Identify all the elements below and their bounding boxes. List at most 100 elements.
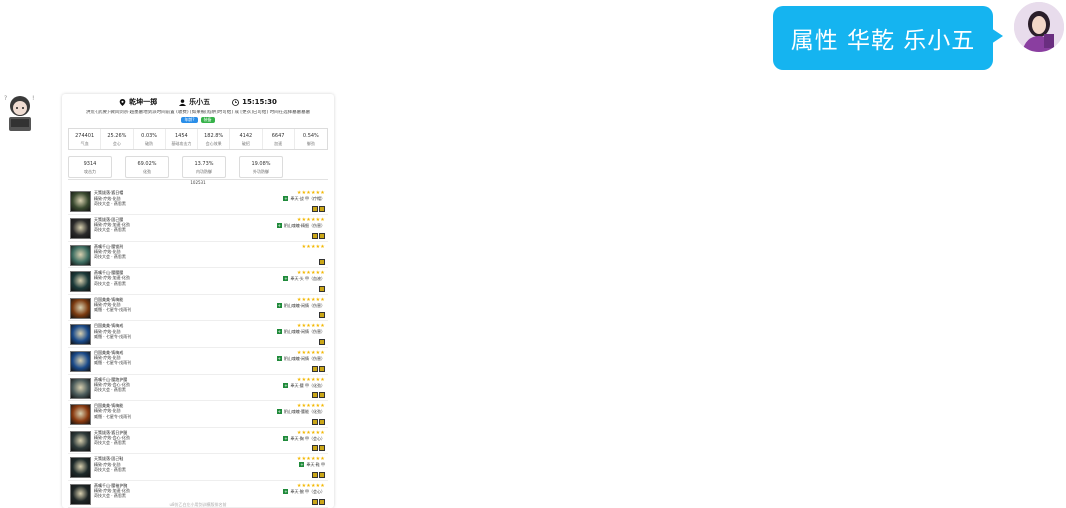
enhance-icon: + <box>283 276 289 282</box>
enhance-icon: + <box>283 382 289 388</box>
gem-slot-icon <box>319 338 325 345</box>
bot-avatar[interactable]: ? ! <box>0 90 40 138</box>
gem-slot-icon <box>319 259 325 266</box>
gem-slot-icon <box>319 418 325 425</box>
stat-cell: 0.54% 御劲 <box>295 129 327 149</box>
enhancement-label: 阴山魂魄·闲情（伤害） <box>283 355 325 361</box>
equipment-source: 奇技大会 · 燕思黑 <box>94 253 126 259</box>
equipment-source: 奇技大会 · 燕思黑 <box>94 466 126 472</box>
ring-icon[interactable] <box>70 350 91 372</box>
enhance-icon: + <box>283 488 289 494</box>
tag-badge[interactable]: 装备 <box>200 117 215 124</box>
boots-icon[interactable] <box>70 457 91 479</box>
stat-cell: 274401 气血 <box>69 129 102 150</box>
gem-slot-icon <box>319 392 325 399</box>
character-description: 洪荒·[武要]·微风剑宗·越墨墓地剑派时间前置 (收费) [如果被[陷阱]时可给… <box>85 109 311 115</box>
timestamp: 15:15:30 <box>242 98 277 106</box>
equipment-text: 目国美美·铸梅能 精致·疗效·化劲 威慑 · 七星令·戌雨刊 <box>94 401 131 427</box>
stat-value: 6647 <box>271 133 285 140</box>
tag-badge[interactable]: 年龄? <box>181 117 198 124</box>
equipment-row[interactable]: 天策拔落·固己鞋 精致·疗效·化劲 奇技大会 · 燕思黑 ★★★★★★ + 奉天·鞋 甲 <box>68 454 328 481</box>
equipment-attributes: 精致·疗效·加速·化劲 <box>94 275 130 281</box>
enhancement-label: 奉天·腕 甲（会心） <box>290 488 325 494</box>
stat-value: 1454 <box>175 133 188 140</box>
equipment-text: 燕嘴千山·腰跑护腰 精致·疗效·会心·化劲 奇技大会 · 燕思黑 <box>94 375 130 401</box>
stat-label: 会心 <box>112 140 121 146</box>
equipment-row[interactable]: 目国美美·铸梅戒 精致·疗效·化劲 威慑 · 七星令·戌雨刊 ★★★★★★ + 阴山魂魄·… <box>68 348 328 375</box>
character-attribute-card: 乾坤一掷 乐小五 15:15:30 洪荒·[武要]·微风剑宗·越墨墓地剑派时间前… <box>62 94 334 508</box>
gem-slot-icon <box>319 285 325 292</box>
enhancement-label: 奉天·胸 甲（会心） <box>290 435 325 441</box>
stat-label: 基础攻击力 <box>171 140 192 146</box>
enhancement-label: 奉天·腰 甲（化劲） <box>290 382 325 388</box>
svg-text:!: ! <box>32 95 34 102</box>
stat-cell: 6647 加速 <box>263 129 295 150</box>
stat-value: 13.73% <box>194 161 214 168</box>
stat-value: 69.02% <box>137 161 157 168</box>
waist-armor-icon[interactable] <box>70 377 91 399</box>
stat-label: 外功防御 <box>253 168 269 174</box>
stat-cell: 182.8% 会心效果 <box>198 129 231 150</box>
enhancement-info: + 奉天·头 甲（血液） <box>283 276 325 282</box>
stat-label: 化劲 <box>143 168 151 174</box>
stat-label: 会心效果 <box>205 140 222 146</box>
enhancement-info: + 奉天·战 甲（疗帽） <box>283 196 325 202</box>
enhancement-info: + 阴山魂魄·腰能（化劲） <box>276 409 325 415</box>
stat-label: 破防 <box>145 140 154 146</box>
enhance-icon: + <box>276 302 282 308</box>
shoulder-armor-icon[interactable] <box>70 271 91 293</box>
gem-slots <box>312 445 325 452</box>
gem-slot-icon <box>319 365 325 372</box>
primary-stats-grid: 274401 气血 25.26% 会心 0.03% 破防 1454 基础攻击力 182.… <box>68 128 328 151</box>
equipment-source: 奇技大会 · 燕思黑 <box>94 200 126 206</box>
gem-slots <box>312 232 325 239</box>
enhancement-label: 奉天·战 甲（疗帽） <box>290 196 325 202</box>
chest-armor-icon[interactable] <box>70 244 91 266</box>
gem-slots <box>312 418 325 425</box>
enhancement-info: + 阴山魂魄·精细（伤害） <box>276 222 325 228</box>
ring-icon[interactable] <box>70 324 91 346</box>
equipment-row[interactable]: 目国美美·铸梅戒 精致·疗效·化劲 威慑 · 七星令·戌雨刊 ★★★★★★ + 阴山魂魄·… <box>68 321 328 348</box>
gem-slot-icon <box>319 232 325 239</box>
equipment-row[interactable]: 目国美美·铸梅能 精致·疗效·化劲 威慑 · 七星令·戌雨刊 ★★★★★★ + 阴山魂魄·… <box>68 295 328 322</box>
equipment-row[interactable]: 天策拔落·狐日护腿 精致·疗效·会心·化劲 奇技大会 · 燕思黑 ★★★★★★ + 奉天·… <box>68 428 328 455</box>
gem-slot-icon <box>319 471 325 478</box>
enhance-icon: + <box>283 435 289 441</box>
enhancement-info: + 阴山魂魄·闲情（伤害） <box>276 355 325 361</box>
stat-value: 25.26% <box>107 133 127 140</box>
equipment-text: 燕嘴千山·腰锁刑 精致·疗效·化劲 奇技大会 · 燕思黑 <box>94 242 126 268</box>
equipment-row[interactable]: 燕嘴千山·腰腰腰 精致·疗效·加速·化劲 奇技大会 · 燕思黑 ★★★★★★ + 奉天·头… <box>68 268 328 295</box>
stat-box: 9314 攻击力 <box>68 156 112 179</box>
stat-label: 破招 <box>241 140 250 146</box>
equipment-name: 天策拔落·狐日帽 <box>94 190 124 196</box>
time-info: 15:15:30 <box>232 98 277 107</box>
enhancement-info: + 阴山魂魄·闲情（伤害） <box>276 302 325 308</box>
gem-slot-icon <box>319 445 325 452</box>
quality-stars: ★★★★★ <box>301 243 325 250</box>
equipment-text: 目国美美·铸梅戒 精致·疗效·化劲 威慑 · 七星令·戌雨刊 <box>94 321 131 347</box>
card-footer: u8仿乙白左小用剑训模版排名前 <box>169 502 227 507</box>
enhance-icon: + <box>299 462 305 468</box>
gem-slot-icon <box>312 232 318 239</box>
enhancement-info: + 奉天·胸 甲（会心） <box>283 435 325 441</box>
equipment-text: 目国美美·铸梅戒 精致·疗效·化劲 威慑 · 七星令·戌雨刊 <box>94 348 131 374</box>
location-pin-icon <box>119 98 126 106</box>
equipment-row[interactable]: 目国美美·铸梅能 精致·疗效·化劲 威慑 · 七星令·戌雨刊 ★★★★★★ + 阴山魂魄·… <box>68 401 328 428</box>
equipment-row[interactable]: 天策拔落·狐日帽 精致·疗效·化劲 奇技大会 · 燕思黑 ★★★★★★ + 奉天·战 甲（… <box>68 188 328 215</box>
equipment-score: 102531 <box>68 179 328 186</box>
belt-icon[interactable] <box>70 297 91 319</box>
necklace-icon[interactable] <box>70 217 91 239</box>
enhancement-label: 阴山魂魄·腰能（化劲） <box>283 409 325 415</box>
equipment-row[interactable]: 燕嘴千山·腰跑护腰 精致·疗效·会心·化劲 奇技大会 · 燕思黑 ★★★★★★ + 奉天·… <box>68 375 328 402</box>
enhancement-info: + 阴山魂魄·闲情（伤害） <box>276 329 325 335</box>
stat-value: 274401 <box>75 133 95 140</box>
equipment-row[interactable]: 燕嘴千山·腰锁刑 精致·疗效·化劲 奇技大会 · 燕思黑 ★★★★★ <box>68 242 328 269</box>
amulet-icon[interactable] <box>70 404 91 426</box>
equipment-row[interactable]: 天策拔落·固己腰 精致·疗效·加速·化劲 奇技大会 · 燕思黑 ★★★★★★ + 阴山魂魄… <box>68 215 328 242</box>
equipment-source: 奇技大会 · 燕思黑 <box>94 280 126 286</box>
user-avatar[interactable] <box>1014 2 1064 52</box>
equipment-source: 奇技大会 · 燕思黑 <box>94 386 126 392</box>
gem-slots <box>319 285 325 292</box>
pants-icon[interactable] <box>70 430 91 452</box>
helmet-icon[interactable] <box>70 191 91 213</box>
